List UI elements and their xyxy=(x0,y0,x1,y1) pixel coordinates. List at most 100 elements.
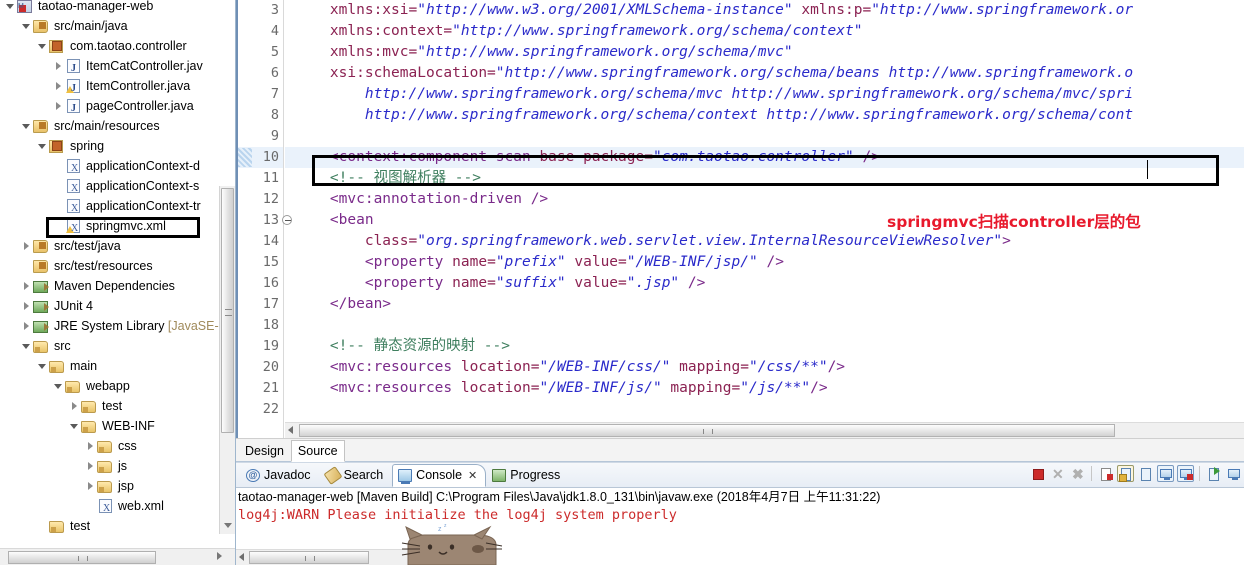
console-tab-javadoc[interactable]: @ Javadoc xyxy=(240,464,320,487)
tree-item-itemcontroller-java[interactable]: ItemController.java xyxy=(0,76,222,99)
expand-arrow-open-icon[interactable] xyxy=(52,376,65,396)
tree-item-jre-system-library[interactable]: JRE System Library [JavaSE- xyxy=(0,316,222,336)
editor-hscroll-left-arrow[interactable] xyxy=(288,426,293,434)
expand-arrow-open-icon[interactable] xyxy=(36,136,49,156)
close-icon[interactable]: ✕ xyxy=(468,469,477,482)
tree-item-applicationcontext-tr[interactable]: applicationContext-tr xyxy=(0,196,222,219)
code-line-6[interactable]: xsi:schemaLocation="http://www.springfra… xyxy=(285,63,1244,84)
tab-design[interactable]: Design xyxy=(238,440,291,462)
tree-item-src-test-java[interactable]: src/test/java xyxy=(0,236,222,256)
open-console-button[interactable] xyxy=(1205,465,1222,482)
explorer-hscroll-thumb[interactable] xyxy=(8,551,156,564)
code-line-12[interactable]: <mvc:annotation-driven /> xyxy=(285,189,1244,210)
code-line-15[interactable]: <property name="prefix" value="/WEB-INF/… xyxy=(285,252,1244,273)
tree-item-web-xml[interactable]: web.xml xyxy=(0,496,222,519)
console-tab-console[interactable]: Console ✕ xyxy=(392,463,487,487)
tree-item-applicationcontext-s[interactable]: applicationContext-s xyxy=(0,176,222,199)
tree-item-web-inf[interactable]: WEB-INF xyxy=(0,416,222,436)
tree-item-com-taotao-controller[interactable]: com.taotao.controller xyxy=(0,36,222,56)
show-console-button[interactable] xyxy=(1157,465,1174,482)
code-line-8[interactable]: http://www.springframework.org/schema/co… xyxy=(285,105,1244,126)
tab-source[interactable]: Source xyxy=(290,440,345,462)
console-toolbar[interactable]: ✕ ✖ xyxy=(1029,465,1242,482)
console-horizontal-scrollbar[interactable] xyxy=(236,549,442,565)
tree-item-src-main-resources[interactable]: src/main/resources xyxy=(0,116,222,136)
code-line-7[interactable]: http://www.springframework.org/schema/mv… xyxy=(285,84,1244,105)
explorer-hscroll-right-arrow[interactable] xyxy=(217,552,222,560)
tree-item-applicationcontext-d[interactable]: applicationContext-d xyxy=(0,156,222,179)
tree-item-src-main-java[interactable]: src/main/java xyxy=(0,16,222,36)
tree-item-src[interactable]: src xyxy=(0,336,222,356)
code-line-9[interactable] xyxy=(285,126,1244,147)
tree-item-src-test-resources[interactable]: src/test/resources xyxy=(0,256,222,276)
terminate-button[interactable] xyxy=(1029,465,1046,482)
explorer-vscroll-thumb[interactable] xyxy=(221,188,234,433)
design-source-tab-bar[interactable]: Design Source xyxy=(236,438,1244,462)
code-line-21[interactable]: <mvc:resources location="/WEB-INF/js/" m… xyxy=(285,378,1244,399)
expand-arrow-closed-icon[interactable] xyxy=(84,456,97,476)
tree-item-maven-dependencies[interactable]: Maven Dependencies xyxy=(0,276,222,296)
code-line-5[interactable]: xmlns:mvc="http://www.springframework.or… xyxy=(285,42,1244,63)
tree-item-junit-4[interactable]: JUnit 4 xyxy=(0,296,222,316)
code-line-14[interactable]: class="org.springframework.web.servlet.v… xyxy=(285,231,1244,252)
pin-console-button[interactable] xyxy=(1177,465,1194,482)
tree-item-jsp[interactable]: jsp xyxy=(0,476,222,496)
console-tab-search[interactable]: Search xyxy=(320,464,393,487)
tree-item-itemcatcontroller-jav[interactable]: ItemCatController.jav xyxy=(0,56,222,79)
expand-arrow-open-icon[interactable] xyxy=(68,416,81,436)
expand-arrow-closed-icon[interactable] xyxy=(84,436,97,456)
editor-horizontal-scrollbar[interactable] xyxy=(285,422,1244,438)
code-line-10[interactable]: <context:component-scan base-package="co… xyxy=(285,147,1244,168)
scroll-lock-button[interactable] xyxy=(1117,465,1134,482)
tree-item-test[interactable]: test xyxy=(0,396,222,416)
console-tab-bar[interactable]: @ Javadoc Search Console ✕ Progress ✕ ✖ xyxy=(236,463,1244,488)
tree-item-taotao-manager-web[interactable]: taotao-manager-web xyxy=(0,0,222,17)
tree-item-spring[interactable]: spring xyxy=(0,136,222,156)
code-line-3[interactable]: xmlns:xsi="http://www.w3.org/2001/XMLSch… xyxy=(285,0,1244,21)
tree-item-main[interactable]: main xyxy=(0,356,222,376)
expand-arrow-open-icon[interactable] xyxy=(4,0,17,16)
expand-arrow-closed-icon[interactable] xyxy=(52,96,65,116)
editor-hscroll-thumb[interactable] xyxy=(299,424,1115,437)
expand-arrow-closed-icon[interactable] xyxy=(68,396,81,416)
expand-arrow-open-icon[interactable] xyxy=(36,356,49,376)
tree-item-pagecontroller-java[interactable]: pageController.java xyxy=(0,96,222,119)
console-hscroll-thumb[interactable] xyxy=(249,551,369,564)
code-line-17[interactable]: </bean> xyxy=(285,294,1244,315)
expand-arrow-open-icon[interactable] xyxy=(20,116,33,136)
word-wrap-button[interactable] xyxy=(1137,465,1154,482)
code-line-20[interactable]: <mvc:resources location="/WEB-INF/css/" … xyxy=(285,357,1244,378)
expand-arrow-closed-icon[interactable] xyxy=(52,56,65,76)
console-output[interactable]: log4j:WARN Please initialize the log4j s… xyxy=(236,507,1244,565)
display-selected-console-button[interactable] xyxy=(1225,465,1242,482)
expand-arrow-open-icon[interactable] xyxy=(20,336,33,356)
expand-arrow-closed-icon[interactable] xyxy=(52,76,65,96)
tree-item-springmvc-xml[interactable]: springmvc.xml xyxy=(0,216,222,239)
expand-arrow-closed-icon[interactable] xyxy=(84,476,97,496)
code-line-19[interactable]: <!-- 静态资源的映射 --> xyxy=(285,336,1244,357)
console-tab-progress[interactable]: Progress xyxy=(486,464,569,487)
tree-item-test[interactable]: test xyxy=(0,516,222,536)
code-line-4[interactable]: xmlns:context="http://www.springframewor… xyxy=(285,21,1244,42)
tree-item-css[interactable]: css xyxy=(0,436,222,456)
tree-item-js[interactable]: js xyxy=(0,456,222,476)
explorer-vscroll-down-arrow[interactable] xyxy=(221,518,234,532)
expand-arrow-open-icon[interactable] xyxy=(20,16,33,36)
code-line-11[interactable]: <!-- 视图解析器 --> xyxy=(285,168,1244,189)
xml-source-editor[interactable]: 3 4 5 6 7 8 9 10 11 12 13 14 15 16 17 18 19 20 21 22 xmlns:… xyxy=(236,0,1244,438)
remove-launch-button[interactable]: ✕ xyxy=(1049,465,1066,482)
expand-arrow-closed-icon[interactable] xyxy=(20,316,33,336)
code-line-16[interactable]: <property name="suffix" value=".jsp" /> xyxy=(285,273,1244,294)
explorer-horizontal-scrollbar[interactable] xyxy=(0,548,235,565)
expand-arrow-closed-icon[interactable] xyxy=(20,236,33,256)
expand-arrow-open-icon[interactable] xyxy=(36,36,49,56)
code-line-18[interactable] xyxy=(285,315,1244,336)
code-line-22[interactable] xyxy=(285,399,1244,420)
console-hscroll-left-arrow[interactable] xyxy=(239,553,244,561)
remove-all-terminated-button[interactable]: ✖ xyxy=(1069,465,1086,482)
expand-arrow-closed-icon[interactable] xyxy=(20,296,33,316)
project-tree[interactable]: taotao-manager-web src/main/java com.taota… xyxy=(0,0,222,536)
clear-console-button[interactable] xyxy=(1097,465,1114,482)
tree-item-webapp[interactable]: webapp xyxy=(0,376,222,396)
expand-arrow-closed-icon[interactable] xyxy=(20,276,33,296)
